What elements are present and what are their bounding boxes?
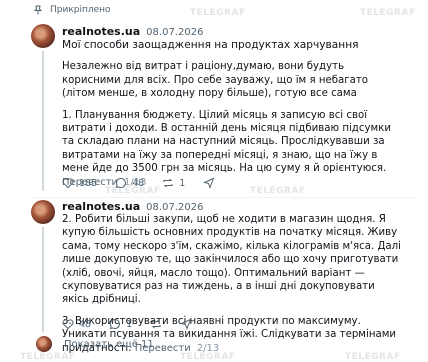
post-divider xyxy=(30,197,418,198)
avatar[interactable] xyxy=(31,200,55,224)
repost-count: 1 xyxy=(179,177,186,189)
post-header: realnotes.ua 08.07.2026 xyxy=(62,200,203,213)
send-icon xyxy=(180,318,192,330)
show-more-link[interactable]: Показать ещё 11 xyxy=(64,339,154,350)
repost-icon xyxy=(163,178,173,188)
like-count: 48 xyxy=(79,318,92,330)
post-body: 2. Робити більші закупи, щоб не ходити в… xyxy=(62,213,404,355)
post-header: realnotes.ua 08.07.2026 xyxy=(62,25,203,38)
thread-line xyxy=(42,227,44,332)
pinned-label: Прикріплено xyxy=(50,5,111,15)
reply-button[interactable]: 1 xyxy=(109,318,132,330)
author-name[interactable]: realnotes.ua xyxy=(62,200,140,213)
send-icon xyxy=(203,177,215,189)
post-paragraph: Незалежно від витрат і раціону,думаю, во… xyxy=(62,61,369,100)
comment-icon xyxy=(109,318,121,330)
post-date: 08.07.2026 xyxy=(146,202,204,213)
pin-icon xyxy=(33,5,43,15)
author-name[interactable]: realnotes.ua xyxy=(62,25,140,38)
watermark: TELEGRAF xyxy=(250,186,306,196)
repost-button[interactable]: 1 xyxy=(162,177,185,189)
post-paragraph: 1. Планування бюджету. Цілий місяць я за… xyxy=(62,109,391,175)
watermark: TELEGRAF xyxy=(20,352,76,362)
watermark: TELEGRAF xyxy=(345,352,401,362)
watermark: TELEGRAF xyxy=(180,352,236,362)
share-button[interactable] xyxy=(180,318,192,330)
post-body: Мої способи заощадження на продуктах хар… xyxy=(62,39,404,189)
thread-line xyxy=(42,51,44,191)
heart-icon xyxy=(62,178,74,189)
post-date: 08.07.2026 xyxy=(146,27,204,38)
post-paragraph: 2. Робити більші закупи, щоб не ходити в… xyxy=(62,214,401,306)
avatar[interactable] xyxy=(31,24,55,48)
repost-icon xyxy=(151,319,161,329)
reply-count: 1 xyxy=(126,318,133,330)
repost-button[interactable] xyxy=(150,318,162,330)
like-button[interactable]: 48 xyxy=(62,318,91,330)
post-title: Мої способи заощадження на продуктах хар… xyxy=(62,39,359,51)
like-count: 185 xyxy=(79,177,98,189)
watermark: TELEGRAF xyxy=(105,186,161,196)
heart-icon xyxy=(62,319,74,330)
avatar xyxy=(36,336,52,352)
watermark: TELEGRAF xyxy=(360,8,416,18)
watermark: TELEGRAF xyxy=(190,8,246,18)
share-button[interactable] xyxy=(203,177,215,189)
like-button[interactable]: 185 xyxy=(62,177,97,189)
post-actions: 48 1 xyxy=(62,318,210,330)
